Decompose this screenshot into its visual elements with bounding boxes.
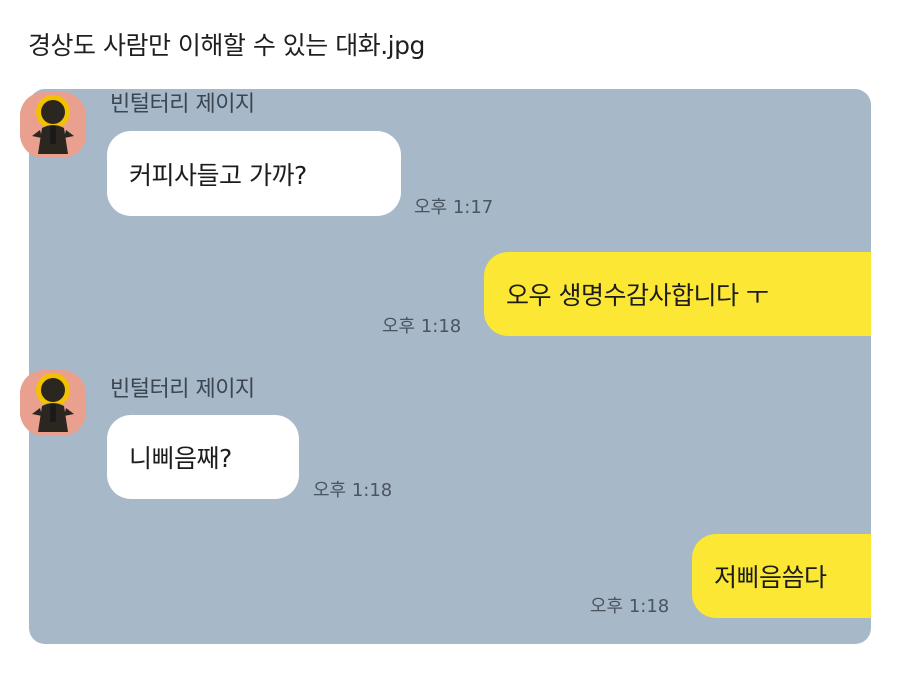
message-bubble-incoming[interactable]: 커피사들고 가까? <box>107 131 401 216</box>
sender-name: 빈털터리 제이지 <box>110 92 255 117</box>
message-time: 오후 1:18 <box>313 480 393 501</box>
sender-avatar[interactable] <box>20 92 86 158</box>
post-title: 경상도 사람만 이해할 수 있는 대화.jpg <box>28 31 425 60</box>
message-bubble-outgoing[interactable]: 오우 생명수감사합니다 ㅜ <box>484 252 871 336</box>
message-time: 오후 1:18 <box>382 316 462 337</box>
character-avatar-icon <box>20 370 86 436</box>
message-time: 오후 1:17 <box>414 197 494 218</box>
character-avatar-icon <box>20 92 86 158</box>
sender-avatar[interactable] <box>20 370 86 436</box>
message-bubble-outgoing[interactable]: 저삐음씀다 <box>692 534 871 618</box>
sender-name: 빈털터리 제이지 <box>110 377 255 402</box>
message-time: 오후 1:18 <box>590 596 670 617</box>
message-bubble-incoming[interactable]: 니삐음째? <box>107 415 299 499</box>
